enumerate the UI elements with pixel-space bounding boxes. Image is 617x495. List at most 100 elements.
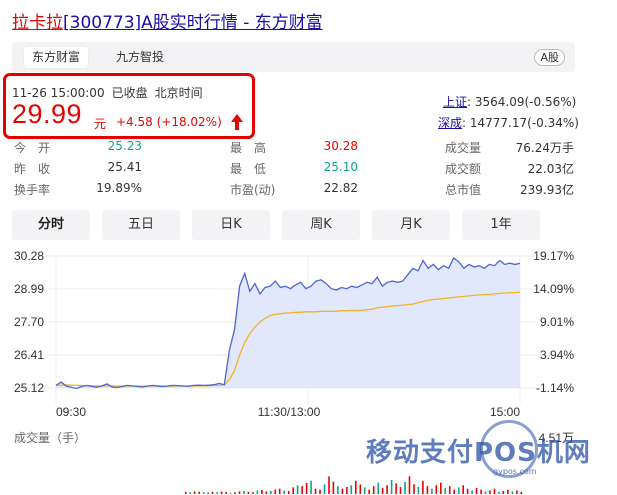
volume-bar	[350, 485, 353, 494]
volume-bar	[202, 492, 205, 494]
stat-item: 今 开 25.23	[14, 139, 142, 155]
stat-value: 25.10	[323, 160, 358, 174]
quote-time: 11-26 15:00:00	[12, 86, 105, 100]
volume-bar	[399, 487, 402, 494]
volume-bar	[493, 488, 496, 494]
title-suffix[interactable]: A股实时行情 - 东方财富	[141, 13, 323, 33]
y-tick-right: 14.09%	[533, 282, 574, 296]
volume-bar	[413, 484, 415, 494]
stat-label: 总市值	[445, 183, 482, 197]
tab-five-day[interactable]: 五日	[102, 210, 180, 240]
volume-bar	[229, 492, 232, 494]
volume-bar	[220, 491, 223, 494]
volume-bar	[305, 483, 308, 494]
volume-bar	[466, 488, 469, 494]
volume-bar	[435, 485, 438, 494]
volume-bar	[422, 480, 424, 494]
stat-label: 成交额	[445, 162, 482, 176]
volume-bar	[287, 490, 290, 494]
tab-one-year[interactable]: 1年	[462, 210, 540, 240]
tab-jiufang[interactable]: 九方智投	[108, 47, 172, 68]
volume-bar	[198, 491, 200, 494]
volume-bar	[448, 486, 451, 494]
volume-bar	[372, 486, 375, 494]
volume-bar	[363, 487, 366, 494]
volume-bar	[489, 490, 491, 494]
volume-bar	[417, 487, 420, 494]
stat-value: 30.28	[323, 139, 358, 153]
stat-value: 239.93亿	[520, 183, 574, 197]
stat-label: 换手率	[14, 183, 51, 197]
volume-bar	[337, 486, 339, 494]
volume-bar	[480, 489, 482, 494]
index-shenzhen[interactable]: 深成: 14777.17(-0.34%)	[438, 114, 579, 131]
volume-bar	[328, 476, 330, 494]
stat-value: 76.24万手	[515, 141, 574, 155]
stat-label: 昨 收	[14, 162, 51, 176]
y-tick-left: 25.12	[14, 381, 44, 395]
volume-bar	[368, 489, 370, 494]
stat-label: 市盈(动)	[230, 183, 276, 197]
y-tick-right: 9.01%	[540, 315, 574, 329]
volume-bar	[484, 491, 487, 494]
price-change: +4.58 (+18.02%)	[116, 115, 222, 129]
index-value: : 14777.17(-0.34%)	[462, 116, 579, 130]
volume-bar	[377, 482, 379, 494]
index-label[interactable]: 深成	[438, 116, 462, 130]
quote-page: { "title": { "name": "拉卡拉", "code": "[30…	[0, 0, 617, 495]
up-arrow-icon	[231, 114, 243, 130]
volume-bar	[211, 491, 214, 494]
volume-label: 成交量（手）	[14, 430, 86, 445]
volume-bar	[462, 485, 464, 494]
volume-bar	[247, 491, 250, 494]
stat-item: 市盈(动) 22.82	[230, 181, 358, 197]
stat-item: 最 高 30.28	[230, 139, 358, 155]
tab-dongfang[interactable]: 东方财富	[24, 47, 89, 68]
volume-bar	[453, 489, 455, 494]
tab-weekly-k[interactable]: 周K	[282, 210, 360, 240]
watermark-sub: gypos.com	[493, 467, 537, 476]
stock-name[interactable]: 拉卡拉	[12, 13, 63, 33]
volume-bar	[252, 492, 254, 494]
index-label[interactable]: 上证	[443, 95, 467, 109]
tab-intraday[interactable]: 分时	[12, 210, 90, 240]
volume-bar	[319, 489, 321, 494]
volume-bar	[431, 488, 433, 494]
page-title[interactable]: 拉卡拉[300773]A股实时行情 - 东方财富	[12, 8, 323, 33]
y-tick-left: 26.41	[14, 348, 44, 362]
volume-bar	[395, 483, 397, 494]
stat-value: 19.89%	[96, 181, 142, 195]
volume-bar	[457, 487, 460, 494]
volume-bar	[238, 491, 241, 494]
volume-bar	[185, 491, 187, 494]
stat-item: 总市值 239.93亿	[445, 181, 574, 197]
volume-bar	[341, 488, 344, 494]
volume-bar	[444, 487, 447, 494]
volume-bar	[516, 490, 518, 494]
stat-value: 22.03亿	[527, 162, 574, 176]
volume-bar	[292, 487, 294, 494]
stat-value: 22.82	[323, 181, 358, 195]
tab-daily-k[interactable]: 日K	[192, 210, 270, 240]
tab-monthly-k[interactable]: 月K	[372, 210, 450, 240]
stat-item: 换手率 19.89%	[14, 181, 142, 197]
stat-value: 25.41	[107, 160, 142, 174]
volume-bar	[234, 492, 236, 494]
stock-code[interactable]: [300773]	[63, 13, 141, 33]
volume-bar	[511, 491, 514, 494]
volume-bar	[426, 486, 429, 494]
volume-bar	[386, 485, 388, 494]
index-shanghai[interactable]: 上证: 3564.09(-0.56%)	[443, 93, 576, 110]
volume-bar	[216, 492, 218, 494]
volume-bar	[381, 487, 384, 494]
source-tabbar: 东方财富 九方智投 A股	[12, 42, 575, 72]
stat-item: 成交额 22.03亿	[445, 160, 574, 176]
volume-bar	[507, 489, 509, 494]
volume-bar	[314, 488, 317, 494]
volume-bar	[189, 492, 192, 494]
volume-bar	[296, 485, 299, 494]
watermark-text: 移动支付POS机网	[366, 438, 591, 468]
stat-item: 昨 收 25.41	[14, 160, 142, 176]
volume-bar	[283, 490, 285, 494]
volume-bar	[346, 487, 348, 494]
